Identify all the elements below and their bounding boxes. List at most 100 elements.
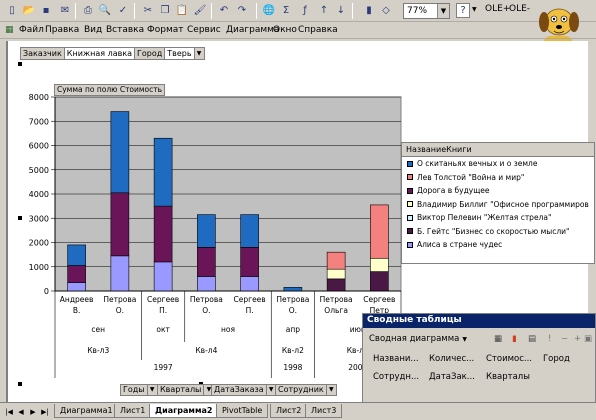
- bar-segment: [240, 247, 259, 277]
- pivot-chart-menu-button[interactable]: Сводная диаграмма ▼: [369, 330, 467, 348]
- x-category-label: Петрова: [190, 295, 223, 304]
- legend-title-field-button[interactable]: НазваниеКниги: [402, 143, 594, 157]
- y-tick-label: 6000: [29, 142, 49, 151]
- x-category-label: О.: [289, 306, 297, 315]
- y-tick-label: 3000: [29, 214, 49, 223]
- tab-diagram1[interactable]: Диаграмма1: [54, 404, 119, 418]
- bar-segment: [67, 265, 86, 283]
- legend-item[interactable]: Лев Толстой "Война и мир": [402, 171, 594, 185]
- x-category-label: Петрова: [276, 295, 309, 304]
- legend-swatch: [407, 241, 413, 248]
- tab-pivottable[interactable]: PivotTable: [216, 404, 269, 418]
- bar-segment: [197, 247, 216, 277]
- legend-item[interactable]: Владимир Биллиг "Офисное программиров: [402, 198, 594, 212]
- x-category-label: П.: [159, 306, 167, 315]
- x-category-label: Сергеев: [234, 295, 266, 304]
- bar-segment: [240, 276, 259, 292]
- chart-legend[interactable]: НазваниеКниги О скитаньях вечных и о зем…: [401, 142, 595, 264]
- field-settings-icon[interactable]: ▣: [584, 330, 592, 348]
- row-field-order-date[interactable]: ДатаЗаказа ▼: [211, 384, 277, 396]
- legend-item[interactable]: Дорога в будущее: [402, 184, 594, 198]
- y-tick-label: 5000: [29, 166, 49, 175]
- legend-swatch: [407, 214, 413, 221]
- x-category-label: Ольга: [324, 306, 348, 315]
- x-year-label: 1997: [154, 363, 173, 372]
- chevron-down-icon: ▼: [462, 335, 467, 343]
- legend-swatch: [407, 201, 413, 208]
- chevron-down-icon[interactable]: ▼: [326, 384, 337, 396]
- x-category-label: Петрова: [103, 295, 136, 304]
- y-tick-label: 7000: [29, 117, 49, 126]
- last-sheet-icon[interactable]: ▶|: [40, 406, 50, 418]
- pivot-field-quantity[interactable]: Количес...: [429, 352, 479, 366]
- x-category-label: О.: [116, 306, 124, 315]
- pivot-field-cost[interactable]: Стоимос...: [486, 352, 536, 366]
- format-report-icon[interactable]: ▦: [494, 330, 502, 348]
- legend-label: Владимир Биллиг "Офисное программиров: [417, 199, 589, 209]
- x-month-label: сен: [91, 325, 105, 334]
- pivot-table-toolbar: Сводные таблицы Сводная диаграмма ▼ ▦ ▮ …: [362, 313, 596, 403]
- first-sheet-icon[interactable]: |◀: [4, 406, 14, 418]
- legend-swatch: [407, 174, 413, 181]
- tab-diagram2[interactable]: Диаграмма2: [149, 404, 219, 418]
- pivot-field-title[interactable]: Названи...: [373, 352, 423, 366]
- x-category-label: Сергеев: [147, 295, 179, 304]
- hide-detail-icon[interactable]: −: [561, 330, 568, 348]
- bar-segment: [370, 204, 389, 259]
- bar-segment: [110, 192, 130, 257]
- y-tick-label: 2000: [29, 239, 49, 248]
- x-year-label: 1998: [283, 363, 302, 372]
- row-field-quarters-label: Кварталы: [157, 384, 205, 396]
- row-field-years-label: Годы: [120, 384, 148, 396]
- row-field-employee[interactable]: Сотрудник ▼: [275, 384, 337, 396]
- legend-label: О скитаньях вечных и о земле: [417, 159, 538, 169]
- show-detail-icon[interactable]: +: [574, 330, 581, 348]
- chart-wizard-icon[interactable]: ▮: [512, 330, 517, 348]
- bar-segment: [283, 287, 303, 292]
- bar-segment: [67, 244, 86, 266]
- row-field-order-date-label: ДатаЗаказа: [211, 384, 267, 396]
- bar-segment: [326, 268, 346, 280]
- pivot-field-order-date[interactable]: ДатаЗак...: [429, 370, 479, 384]
- pivot-field-quarters[interactable]: Кварталы: [486, 370, 536, 384]
- y-tick-label: 0: [44, 287, 49, 296]
- row-field-years[interactable]: Годы ▼: [120, 384, 158, 396]
- refresh-data-icon[interactable]: !: [548, 330, 551, 348]
- bar-segment: [370, 271, 389, 292]
- bar-segment: [197, 276, 216, 292]
- legend-item[interactable]: Алиса в стране чудес: [402, 238, 594, 252]
- pivot-toolbar-title[interactable]: Сводные таблицы: [363, 314, 595, 328]
- legend-item[interactable]: Виктор Пелевин "Желтая стрела": [402, 211, 594, 225]
- bar-segment: [110, 255, 130, 292]
- y-tick-label: 4000: [29, 190, 49, 199]
- x-quarter-label: Кв-л2: [282, 346, 304, 355]
- legend-item[interactable]: О скитаньях вечных и о земле: [402, 157, 594, 171]
- pivot-field-city[interactable]: Город: [543, 352, 593, 366]
- bar-segment: [153, 261, 173, 292]
- bar-segment: [326, 251, 346, 270]
- next-sheet-icon[interactable]: ▶: [28, 406, 38, 418]
- legend-swatch: [407, 228, 413, 235]
- pivot-field-employee[interactable]: Сотрудн...: [373, 370, 423, 384]
- legend-item[interactable]: Б. Гейтс "Бизнес со скоростью мысли": [402, 225, 594, 239]
- bar-segment: [197, 214, 216, 248]
- bar-segment: [153, 137, 173, 207]
- legend-label: Лев Толстой "Война и мир": [417, 172, 525, 182]
- pivot-wizard-icon[interactable]: ▤: [528, 330, 536, 348]
- tab-sheet1[interactable]: Лист1: [114, 404, 152, 418]
- prev-sheet-icon[interactable]: ◀: [16, 406, 26, 418]
- tab-sheet3[interactable]: Лист3: [305, 404, 343, 418]
- x-category-label: В.: [73, 306, 81, 315]
- y-tick-label: 8000: [29, 93, 49, 102]
- x-category-label: Андреев: [60, 295, 94, 304]
- x-month-label: апр: [286, 325, 300, 334]
- bar-segment: [370, 257, 389, 272]
- row-field-employee-label: Сотрудник: [275, 384, 327, 396]
- legend-swatch: [407, 187, 413, 194]
- tab-sheet2[interactable]: Лист2: [270, 404, 308, 418]
- legend-swatch: [407, 160, 413, 167]
- legend-label: Виктор Пелевин "Желтая стрела": [417, 213, 552, 223]
- row-field-quarters[interactable]: Кварталы ▼: [157, 384, 215, 396]
- x-category-label: П.: [246, 306, 254, 315]
- sheet-tabs-bar: |◀ ◀ ▶ ▶| Диаграмма1 Лист1 Диаграмма2 Pi…: [0, 402, 596, 420]
